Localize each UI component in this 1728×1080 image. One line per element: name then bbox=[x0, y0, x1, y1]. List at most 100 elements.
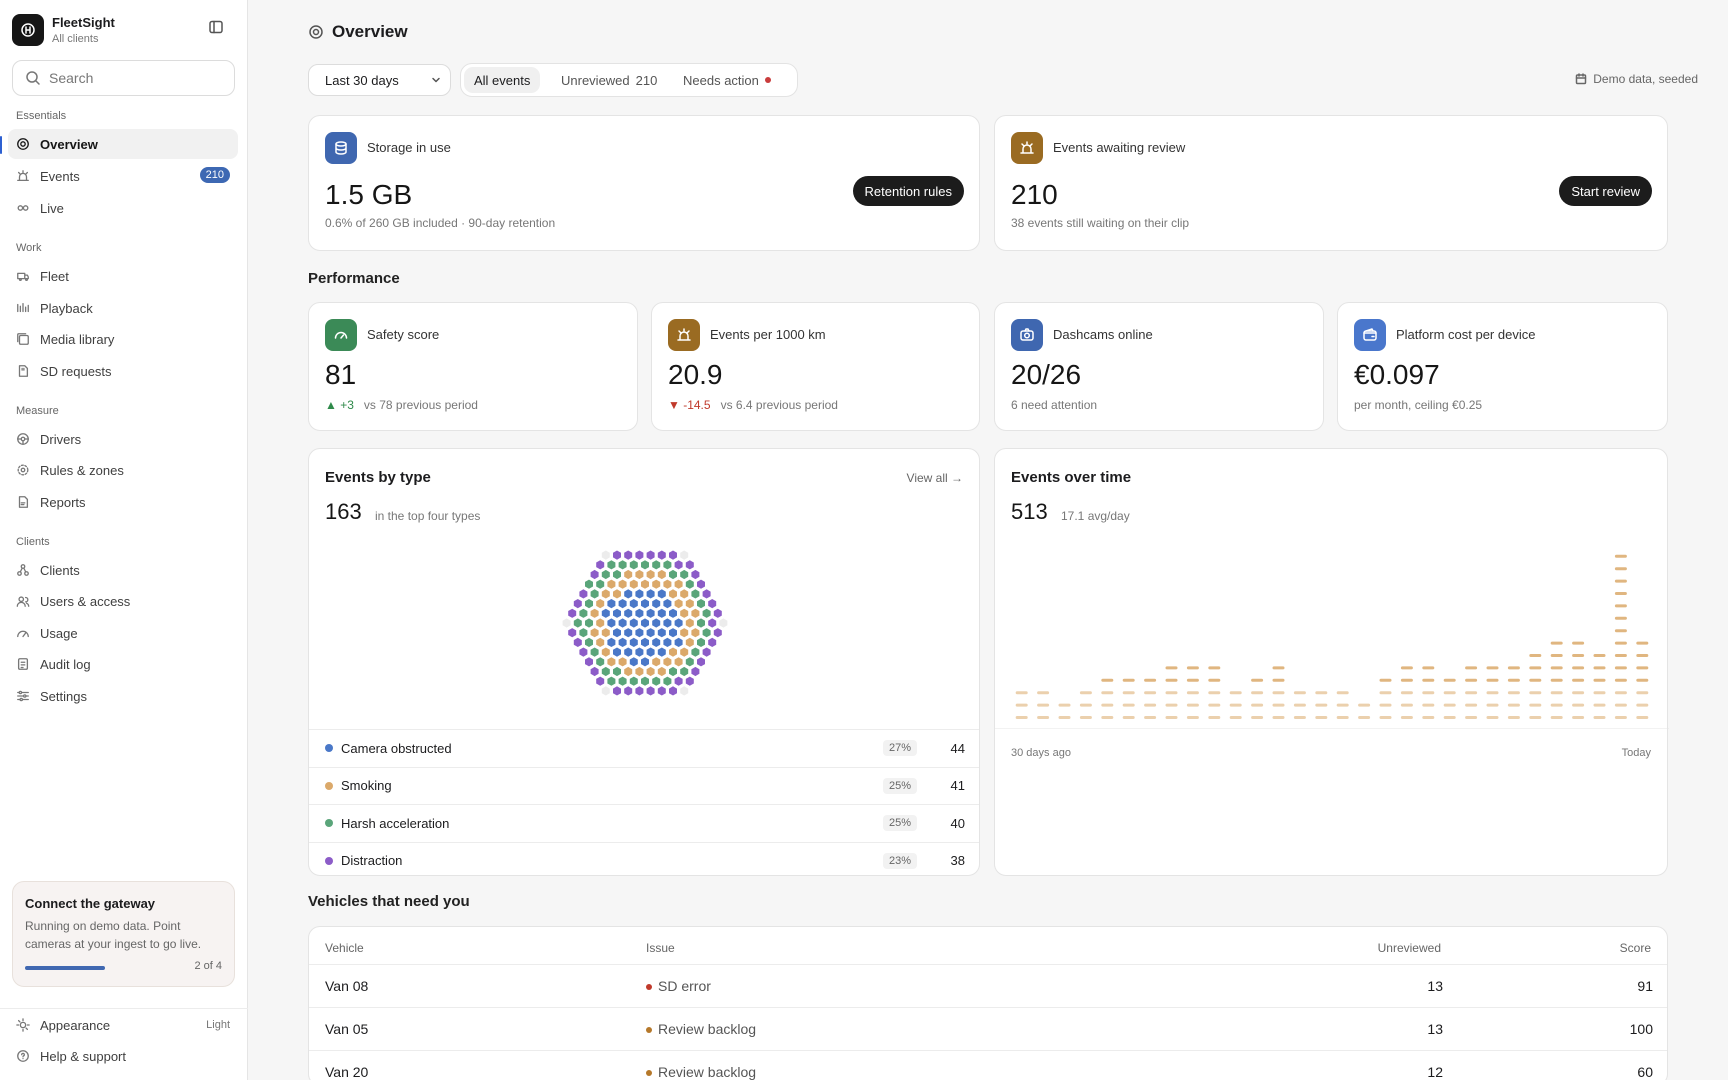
sidebar-item-events[interactable]: Events 210 bbox=[8, 161, 238, 191]
vehicle-unreviewed: 13 bbox=[1427, 978, 1443, 994]
hex-dot-empty bbox=[719, 618, 728, 628]
hex-dot-smoking bbox=[596, 599, 605, 609]
sidebar-item-reports[interactable]: Reports bbox=[8, 487, 238, 517]
retention-rules-button[interactable]: Retention rules bbox=[852, 176, 964, 206]
tab-needs-action[interactable]: Needs action bbox=[673, 67, 781, 93]
hex-dot-distraction bbox=[685, 676, 694, 686]
hex-dot-distraction bbox=[713, 608, 722, 618]
sidebar-item-label: Drivers bbox=[40, 431, 82, 447]
hex-dot-smoking bbox=[601, 589, 610, 599]
sidebar-item-rules-zones[interactable]: Rules & zones bbox=[8, 455, 238, 485]
platform-cost-title: Platform cost per device bbox=[1396, 327, 1536, 342]
hex-dot-camera-obstructed bbox=[624, 628, 633, 638]
sidebar-item-overview[interactable]: Overview bbox=[8, 129, 238, 159]
hex-dot-distraction bbox=[697, 579, 705, 589]
hex-dot-distraction bbox=[568, 608, 577, 618]
hex-dot-harsh-acceleration bbox=[669, 666, 677, 677]
event-type-row[interactable]: Distraction 23% 38 bbox=[309, 841, 979, 876]
table-row[interactable]: Van 20 Review backlog 12 60 bbox=[309, 1050, 1667, 1080]
day-bar bbox=[1272, 666, 1285, 719]
hex-dot-empty bbox=[601, 550, 610, 560]
hex-dot-empty bbox=[680, 550, 689, 560]
hex-dot-distraction bbox=[579, 647, 588, 657]
performance-heading: Performance bbox=[308, 270, 400, 287]
hex-dot-distraction bbox=[624, 550, 633, 560]
hex-dot-distraction bbox=[646, 550, 655, 560]
hex-dot-distraction bbox=[708, 599, 717, 609]
tab-all-events[interactable]: All events bbox=[464, 67, 541, 93]
events-by-type-card: Events by type View all → 163 in the top… bbox=[308, 448, 980, 876]
safety-value: 81 bbox=[325, 359, 357, 390]
sidebar-item-settings[interactable]: Settings bbox=[8, 681, 238, 711]
sidebar-item-sd-requests[interactable]: SD requests bbox=[8, 356, 238, 386]
sidebar-item-users-access[interactable]: Users & access bbox=[8, 586, 238, 616]
database-icon bbox=[325, 132, 357, 164]
hex-dot-smoking bbox=[691, 628, 700, 638]
sidebar-item-live[interactable]: Live bbox=[8, 193, 238, 223]
hex-dot-camera-obstructed bbox=[641, 618, 649, 628]
table-row[interactable]: Van 05 Review backlog 13 100 bbox=[309, 1007, 1667, 1050]
camera-icon bbox=[1011, 319, 1043, 351]
event-type-label: Smoking bbox=[341, 778, 392, 793]
hex-dot-camera-obstructed bbox=[646, 589, 655, 599]
hex-dot-harsh-acceleration bbox=[691, 589, 700, 599]
table-row[interactable]: Van 08 SD error 13 91 bbox=[309, 964, 1667, 1007]
hex-dot-distraction bbox=[708, 618, 717, 628]
sidebar-item-playback[interactable]: Playback bbox=[8, 293, 238, 323]
hex-dot-smoking bbox=[691, 608, 700, 618]
day-bar bbox=[1443, 678, 1456, 719]
hex-dot-distraction bbox=[585, 657, 593, 667]
sidebar-item-audit-log[interactable]: Audit log bbox=[8, 649, 238, 679]
users-icon bbox=[16, 596, 30, 607]
hex-dot-smoking bbox=[590, 608, 599, 618]
legend-dot bbox=[325, 744, 333, 752]
event-type-row[interactable]: Harsh acceleration 25% 40 bbox=[309, 804, 979, 841]
hex-dot-smoking bbox=[607, 657, 616, 667]
appearance-item[interactable]: Appearance Light bbox=[8, 1010, 238, 1040]
gateway-callout[interactable]: Connect the gateway Running on demo data… bbox=[12, 881, 235, 987]
sidebar-item-media-library[interactable]: Media library bbox=[8, 324, 238, 354]
event-type-row[interactable]: Smoking 25% 41 bbox=[309, 766, 979, 804]
hex-dot-camera-obstructed bbox=[624, 647, 633, 657]
hex-dot-smoking bbox=[635, 666, 644, 677]
col-vehicle: Vehicle bbox=[325, 941, 364, 955]
hex-dot-distraction bbox=[702, 647, 711, 657]
date-range-select[interactable]: Last 30 days bbox=[308, 64, 451, 96]
hex-dot-harsh-acceleration bbox=[652, 676, 661, 686]
vehicle-issue: Review backlog bbox=[646, 1021, 756, 1037]
dashcams-title: Dashcams online bbox=[1053, 327, 1153, 342]
events-per-km-card: Events per 1000 km 20.9 ▼ -14.5 vs 6.4 pr… bbox=[651, 302, 980, 431]
sliders-icon bbox=[17, 690, 29, 702]
hex-dot-camera-obstructed bbox=[657, 589, 666, 599]
hex-dot-harsh-acceleration bbox=[579, 628, 588, 638]
hex-dot-camera-obstructed bbox=[657, 647, 666, 657]
tab-unreviewed[interactable]: Unreviewed 210 bbox=[551, 67, 667, 93]
sidebar-item-usage[interactable]: Usage bbox=[8, 618, 238, 648]
day-bar bbox=[1529, 654, 1542, 719]
sidebar-item-fleet[interactable]: Fleet bbox=[8, 261, 238, 291]
hex-dot-camera-obstructed bbox=[663, 637, 672, 647]
hex-dot-camera-obstructed bbox=[652, 599, 661, 609]
hex-dot-harsh-acceleration bbox=[680, 666, 689, 677]
sidebar-item-drivers[interactable]: Drivers bbox=[8, 424, 238, 454]
events-by-type-hex-chart bbox=[562, 550, 728, 696]
hex-dot-empty bbox=[562, 618, 571, 628]
help-support-item[interactable]: Help & support bbox=[8, 1041, 238, 1071]
hex-dot-smoking bbox=[624, 666, 633, 677]
view-all-link[interactable]: View all → bbox=[907, 471, 963, 485]
report-icon bbox=[18, 496, 29, 508]
page-title: Overview bbox=[308, 22, 408, 42]
appearance-label: Appearance bbox=[40, 1017, 111, 1033]
hex-dot-camera-obstructed bbox=[618, 618, 627, 628]
hex-dot-smoking bbox=[624, 569, 633, 580]
start-review-button[interactable]: Start review bbox=[1559, 176, 1652, 206]
hex-dot-camera-obstructed bbox=[618, 599, 627, 609]
dashcams-card: Dashcams online 20/26 6 need attention bbox=[994, 302, 1324, 431]
sidebar-item-label: Rules & zones bbox=[40, 462, 124, 478]
sidebar-item-clients[interactable]: Clients bbox=[8, 555, 238, 585]
legend-dot bbox=[325, 819, 333, 827]
event-type-row[interactable]: Camera obstructed 27% 44 bbox=[309, 729, 979, 766]
sidebar-toggle-icon[interactable] bbox=[208, 19, 224, 35]
search-input[interactable]: Search bbox=[12, 60, 235, 96]
storage-sub: 0.6% of 260 GB included · 90-day retenti… bbox=[325, 216, 556, 230]
